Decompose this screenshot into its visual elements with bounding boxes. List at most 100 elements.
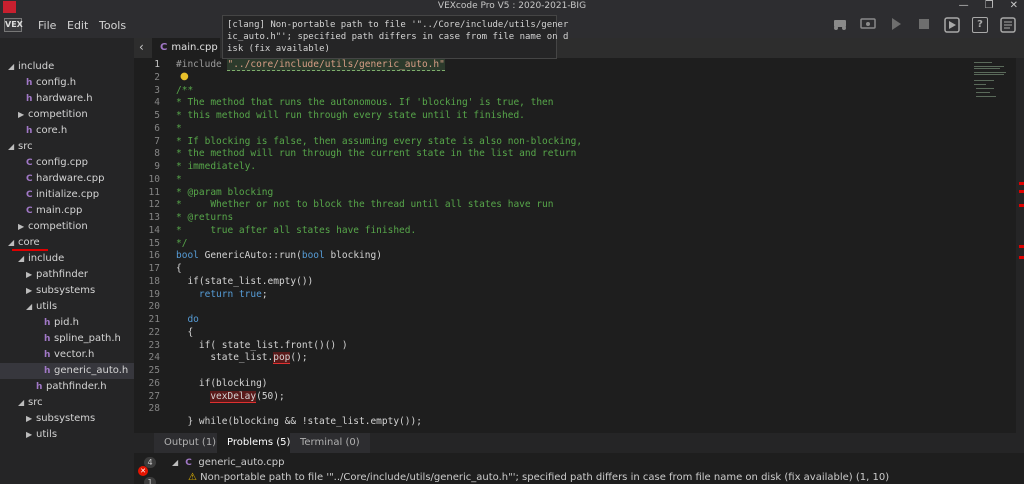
panel-tab-bar: Output (1) Problems (5) Terminal (0): [134, 433, 1024, 453]
menu-tools[interactable]: Tools: [99, 19, 126, 32]
code-line[interactable]: do: [176, 314, 198, 325]
code-line[interactable]: * @param blocking: [176, 187, 273, 198]
code-line[interactable]: {: [176, 263, 182, 274]
line-number: 14: [148, 224, 160, 236]
lightbulb-icon[interactable]: ●: [180, 71, 189, 82]
explorer-folder-src[interactable]: ◢ src: [0, 139, 134, 155]
explorer-file-pathfinder-h[interactable]: h pathfinder.h: [0, 379, 134, 395]
include-path: "../core/include/utils/generic_auto.h": [227, 59, 445, 71]
code-line[interactable]: * @returns: [176, 212, 233, 223]
line-number: 11: [148, 186, 160, 198]
code-line[interactable]: state_list.pop();: [176, 352, 308, 365]
chevron-right-icon: ▶: [18, 222, 25, 231]
explorer-folder-competition-src[interactable]: ▶ competition: [0, 219, 134, 235]
explorer-file-generic-auto-h[interactable]: h generic_auto.h: [0, 363, 134, 379]
code-line[interactable]: } while(blocking && !state_list.empty())…: [176, 416, 422, 427]
code-token: bool: [176, 250, 199, 262]
explorer-file-spline-path-h[interactable]: h spline_path.h: [0, 331, 134, 347]
explorer-file-hardware-h[interactable]: h hardware.h: [0, 91, 134, 107]
error-token: vexDelay: [210, 390, 257, 403]
code-line[interactable]: if( state_list.front()() ): [176, 340, 348, 351]
code-token: {: [176, 326, 194, 338]
window-title: VEXcode Pro V5 : 2020-2021-BIG: [437, 1, 587, 11]
play-icon[interactable]: [888, 17, 904, 33]
tab-terminal[interactable]: Terminal (0): [290, 433, 370, 453]
code-line[interactable]: return true;: [176, 289, 268, 300]
code-line[interactable]: if(blocking): [176, 378, 268, 389]
explorer-file-vector-h[interactable]: h vector.h: [0, 347, 134, 363]
code-line[interactable]: * true after all states have finished.: [176, 225, 416, 236]
explorer-file-config-h[interactable]: h config.h: [0, 75, 134, 91]
code-line[interactable]: * immediately.: [176, 161, 256, 172]
code-token: GenericAuto::run(: [198, 250, 302, 262]
explorer-file-core-h[interactable]: h core.h: [0, 123, 134, 139]
tab-output[interactable]: Output (1): [154, 433, 227, 453]
stop-icon[interactable]: [916, 17, 932, 33]
robot-icon[interactable]: [832, 17, 848, 33]
code-line[interactable]: if(state_list.empty()): [176, 276, 313, 287]
line-number: 3: [154, 84, 160, 96]
vex-logo-icon: VEX: [4, 18, 23, 32]
code-line[interactable]: * this method will run through every sta…: [176, 110, 525, 121]
line-number: 28: [148, 403, 160, 415]
help-icon[interactable]: ?: [972, 17, 988, 33]
explorer-folder-core-utils[interactable]: ▶ utils: [0, 427, 134, 443]
explorer-folder-utils[interactable]: ◢ utils: [0, 299, 134, 315]
chevron-left-icon[interactable]: ‹: [139, 40, 144, 54]
code-line[interactable]: #include "../core/include/utils/generic_…: [176, 59, 445, 71]
code-line[interactable]: * The method that runs the autonomous. I…: [176, 97, 554, 108]
tab-main-cpp[interactable]: Cmain.cpp: [152, 38, 220, 58]
cpp-file-icon: C: [185, 458, 192, 468]
explorer-file-main-cpp[interactable]: Cmain.cpp: [0, 203, 134, 219]
devices-icon[interactable]: [860, 17, 876, 33]
explorer-folder-subsystems[interactable]: ▶ subsystems: [0, 283, 134, 299]
explorer-folder-include[interactable]: ◢ include: [0, 59, 134, 75]
code-line[interactable]: bool GenericAuto::run(bool blocking): [176, 250, 382, 261]
code-line[interactable]: * the method will run through the curren…: [176, 148, 576, 159]
code-token: * true after all states have finished.: [176, 224, 417, 236]
explorer-file-config-cpp[interactable]: Cconfig.cpp: [0, 155, 134, 171]
chevron-down-icon: ◢: [172, 458, 179, 467]
explorer-folder-core-include[interactable]: ◢ include: [0, 251, 134, 267]
line-number: 7: [154, 135, 160, 147]
code-line[interactable]: * If blocking is false, then assuming ev…: [176, 136, 582, 147]
code-line[interactable]: vexDelay(50);: [176, 390, 285, 403]
explorer-folder-core-src[interactable]: ◢ src: [0, 395, 134, 411]
line-number: 19: [148, 288, 160, 300]
chevron-down-icon: ◢: [26, 302, 33, 311]
explorer-folder-core-subsystems[interactable]: ▶ subsystems: [0, 411, 134, 427]
error-marker: [1019, 256, 1024, 259]
download-icon[interactable]: [944, 17, 960, 33]
code-editor[interactable]: ● 1 #include "../core/include/utils/gener…: [134, 58, 970, 433]
problem-item[interactable]: ⚠ Non-portable path to file '"../Core/in…: [188, 472, 889, 483]
restore-button[interactable]: ❐: [985, 0, 994, 11]
explorer-file-pid-h[interactable]: h pid.h: [0, 315, 134, 331]
menu-edit[interactable]: Edit: [67, 19, 88, 32]
title-bar: VEXcode Pro V5 : 2020-2021-BIG — ❐ ✕: [0, 0, 1024, 14]
problem-location: (1, 10): [855, 472, 890, 483]
minimize-button[interactable]: —: [959, 0, 969, 11]
code-line[interactable]: * Whether or not to block the thread unt…: [176, 199, 554, 210]
code-line[interactable]: */: [176, 238, 187, 249]
problem-file-row[interactable]: ◢ C generic_auto.cpp: [172, 457, 284, 468]
tab-problems[interactable]: Problems (5): [217, 433, 301, 453]
code-line[interactable]: /**: [176, 85, 193, 96]
code-line[interactable]: *: [176, 123, 182, 134]
code-token: */: [176, 237, 188, 249]
user-manual-icon[interactable]: [1000, 17, 1016, 33]
explorer-file-hardware-cpp[interactable]: Chardware.cpp: [0, 171, 134, 187]
minimap[interactable]: [970, 58, 1016, 433]
code-token: if(blocking): [176, 377, 268, 389]
code-token: * this method will run through every sta…: [176, 110, 525, 121]
explorer-folder-competition[interactable]: ▶ competition: [0, 107, 134, 123]
cpp-file-icon: C: [26, 158, 33, 168]
menu-file[interactable]: File: [38, 19, 56, 32]
chevron-down-icon: ◢: [8, 62, 15, 71]
line-number: 9: [154, 161, 160, 172]
code-line[interactable]: {: [176, 327, 193, 338]
explorer-file-initialize-cpp[interactable]: Cinitialize.cpp: [0, 187, 134, 203]
explorer-folder-pathfinder[interactable]: ▶ pathfinder: [0, 267, 134, 283]
code-token: ();: [290, 352, 308, 364]
close-button[interactable]: ✕: [1010, 0, 1018, 11]
code-line[interactable]: *: [176, 174, 182, 185]
